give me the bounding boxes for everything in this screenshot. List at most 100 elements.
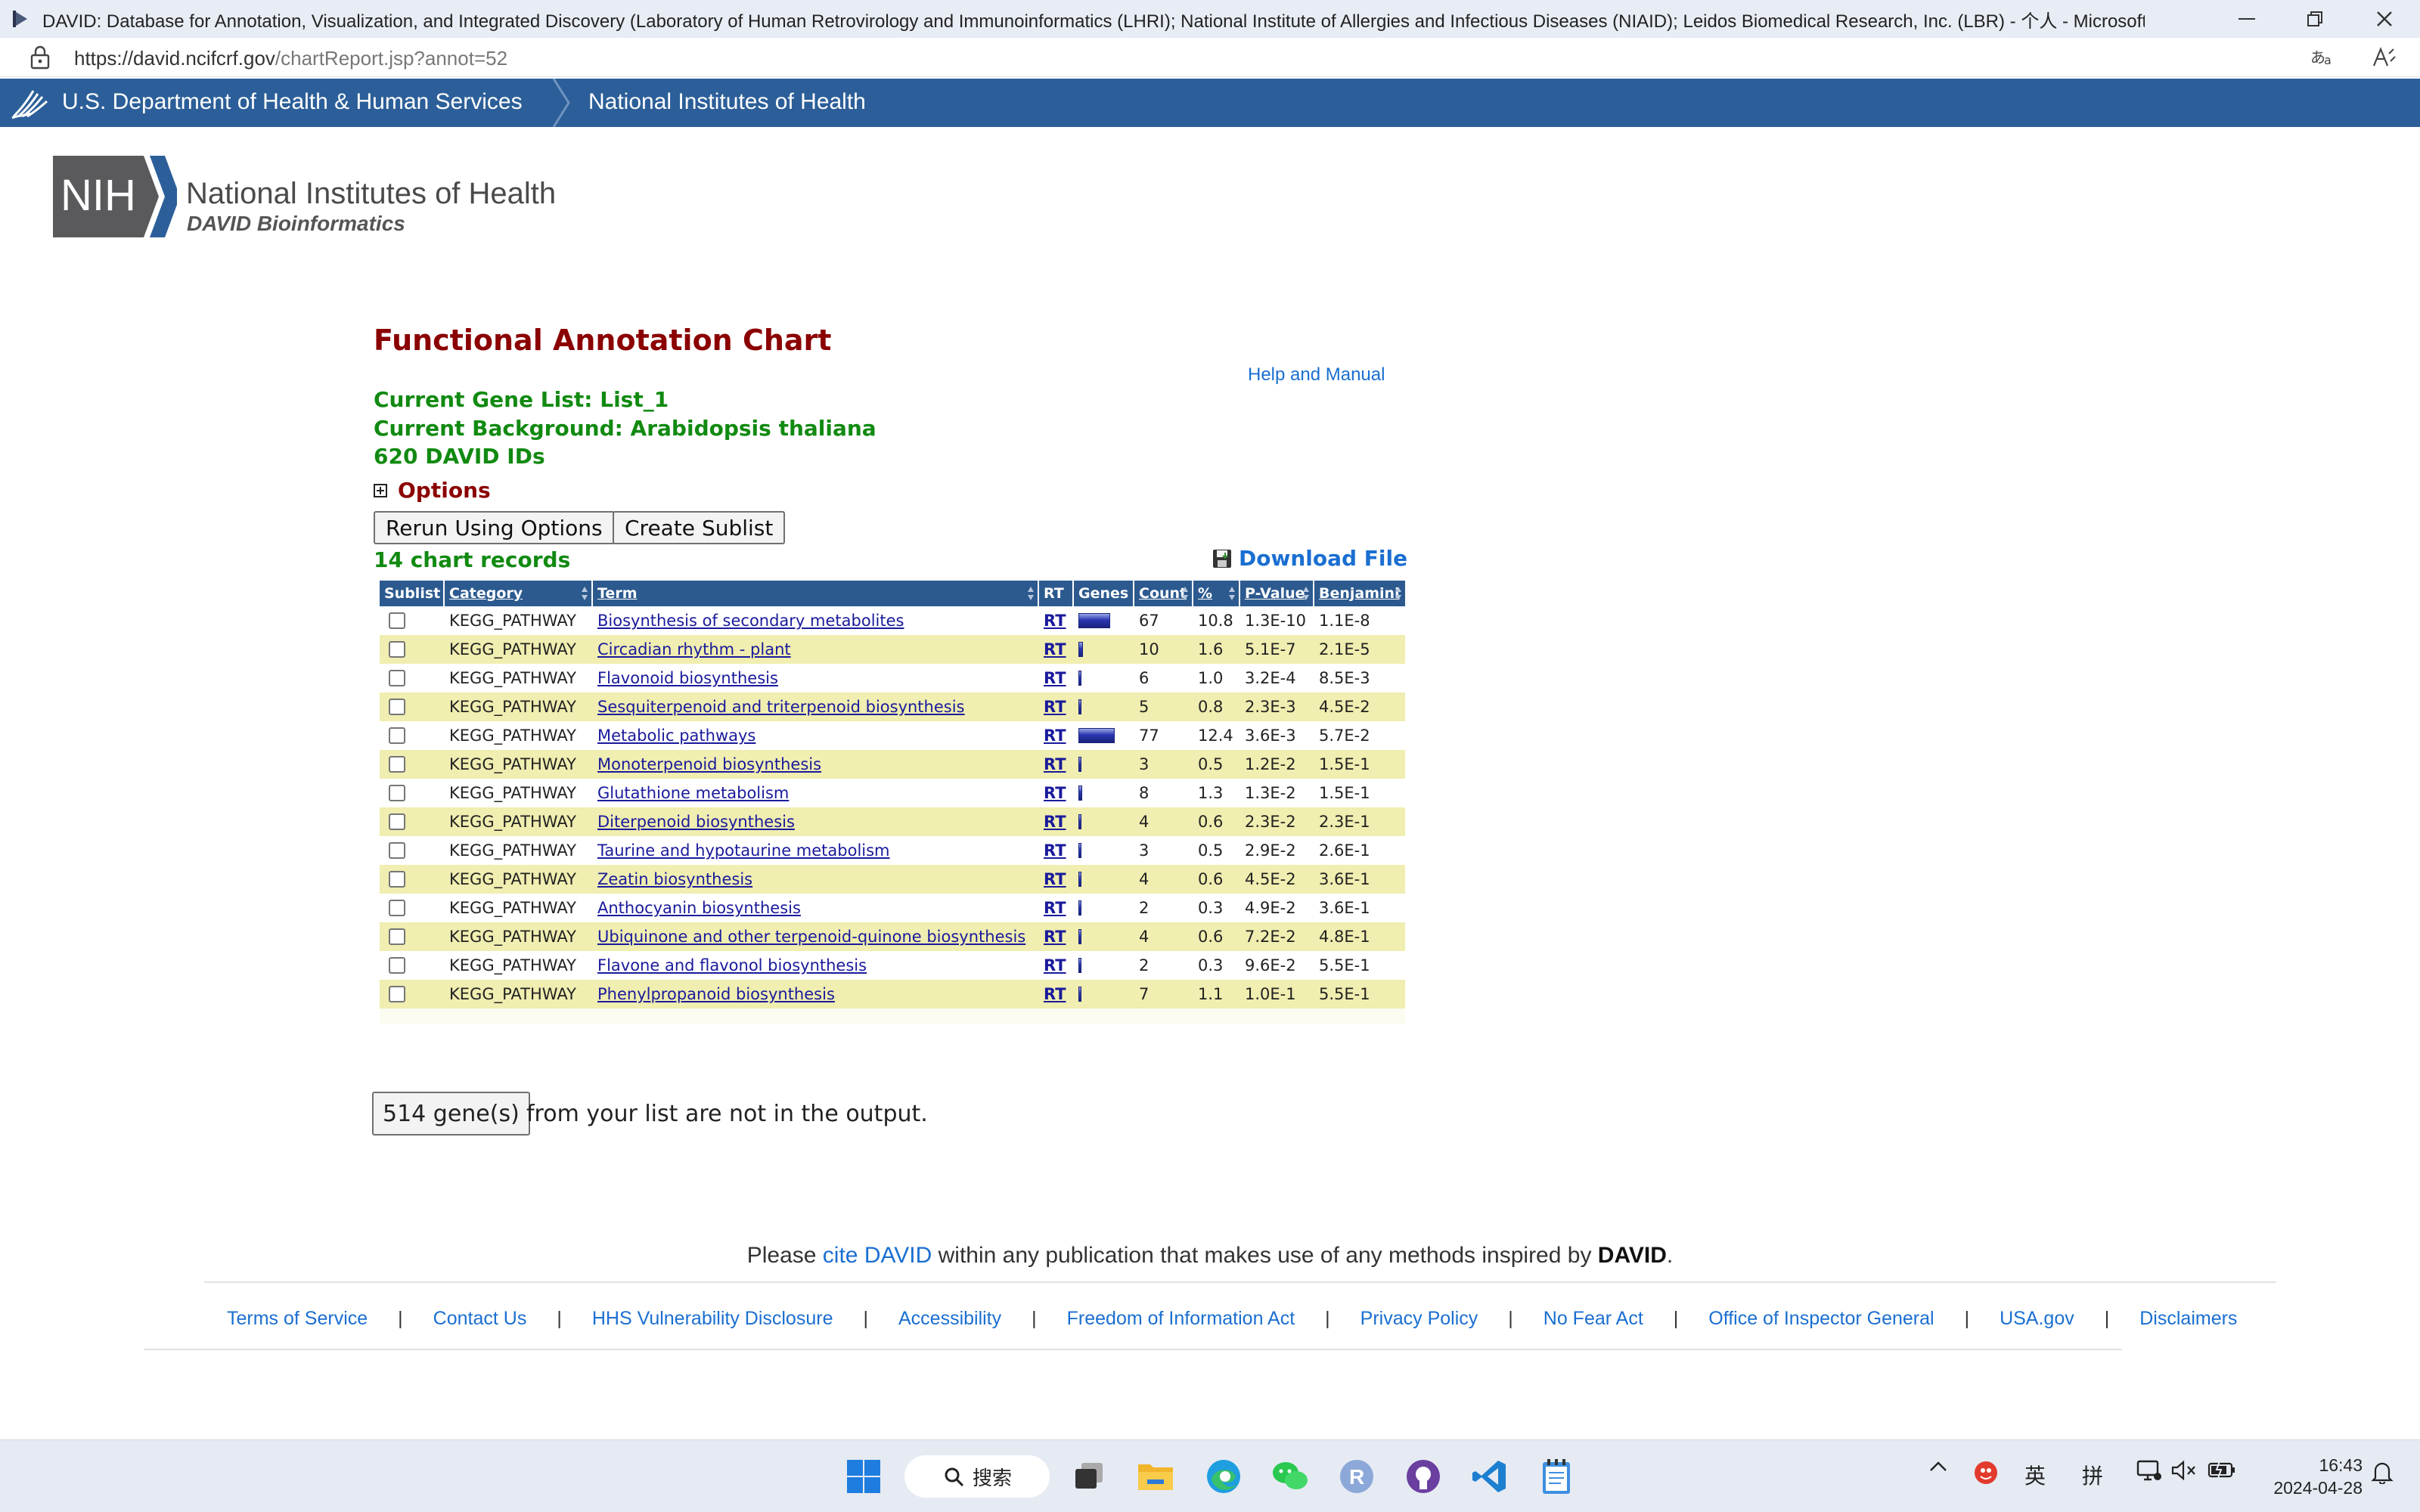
row-term-link[interactable]: Ubiquinone and other terpenoid-quinone b…: [597, 928, 1025, 946]
row-genes-bar[interactable]: [1078, 671, 1081, 686]
hhs-link[interactable]: U.S. Department of Health & Human Servic…: [62, 89, 523, 115]
font-icon[interactable]: [2369, 44, 2399, 71]
cite-david-link[interactable]: cite DAVID: [823, 1243, 932, 1268]
row-select-checkbox[interactable]: [389, 957, 405, 974]
rerun-options-button[interactable]: Rerun Using Options: [374, 511, 615, 544]
row-term-link[interactable]: Diterpenoid biosynthesis: [597, 813, 795, 831]
row-select-checkbox[interactable]: [389, 612, 405, 629]
row-rt-link[interactable]: RT: [1044, 841, 1066, 860]
plus-box-icon[interactable]: [374, 483, 387, 497]
footer-link[interactable]: Office of Inspector General: [1708, 1308, 1934, 1330]
row-genes-bar[interactable]: [1078, 958, 1081, 973]
row-genes-bar[interactable]: [1078, 785, 1082, 801]
row-term-link[interactable]: Monoterpenoid biosynthesis: [597, 755, 821, 773]
sort-icon[interactable]: [1027, 585, 1035, 602]
row-term-link[interactable]: Sesquiterpenoid and triterpenoid biosynt…: [597, 698, 965, 716]
col-pvalue-label[interactable]: P-Value: [1245, 585, 1305, 602]
row-term-link[interactable]: Biosynthesis of secondary metabolites: [597, 612, 904, 630]
row-select-checkbox[interactable]: [389, 699, 405, 715]
row-select-checkbox[interactable]: [389, 785, 405, 801]
row-term-link[interactable]: Anthocyanin biosynthesis: [597, 899, 801, 917]
row-genes-bar[interactable]: [1078, 900, 1081, 916]
row-genes-bar[interactable]: [1078, 757, 1081, 772]
row-genes-bar[interactable]: [1078, 843, 1081, 858]
restore-icon[interactable]: [2281, 0, 2349, 38]
row-term-link[interactable]: Taurine and hypotaurine metabolism: [597, 841, 890, 860]
create-sublist-button[interactable]: Create Sublist: [613, 511, 786, 544]
row-rt-link[interactable]: RT: [1044, 669, 1066, 687]
row-term-link[interactable]: Zeatin biosynthesis: [597, 870, 752, 888]
col-benjamini-label[interactable]: Benjamini: [1319, 585, 1400, 602]
sort-icon[interactable]: [581, 585, 588, 602]
row-genes-bar[interactable]: [1078, 613, 1110, 628]
col-term[interactable]: Term: [593, 581, 1039, 606]
input-method-pinyin[interactable]: 拼: [2080, 1460, 2105, 1490]
row-genes-bar[interactable]: [1078, 872, 1081, 887]
notepad-icon[interactable]: [1534, 1454, 1579, 1499]
vscode-icon[interactable]: [1467, 1454, 1512, 1499]
row-select-checkbox[interactable]: [389, 670, 405, 686]
row-rt-link[interactable]: RT: [1044, 899, 1066, 917]
footer-link[interactable]: No Fear Act: [1544, 1308, 1643, 1330]
row-genes-bar[interactable]: [1078, 987, 1081, 1002]
app-tray-icon[interactable]: [1972, 1460, 2000, 1486]
row-term-link[interactable]: Flavonoid biosynthesis: [597, 669, 778, 687]
options-label[interactable]: Options: [398, 478, 491, 503]
close-icon[interactable]: [2350, 0, 2418, 38]
col-pvalue[interactable]: P-Value: [1240, 581, 1314, 606]
windows-start-icon[interactable]: [841, 1454, 886, 1499]
col-count-label[interactable]: Count: [1139, 585, 1187, 602]
col-percent[interactable]: %: [1193, 581, 1240, 606]
url-field[interactable]: https://david.ncifcrf.gov/chartReport.js…: [74, 47, 507, 70]
row-rt-link[interactable]: RT: [1044, 640, 1066, 658]
notification-bell-icon[interactable]: [2369, 1460, 2396, 1484]
wechat-icon[interactable]: [1267, 1454, 1313, 1499]
row-select-checkbox[interactable]: [389, 900, 405, 916]
row-rt-link[interactable]: RT: [1044, 870, 1066, 888]
footer-link[interactable]: Terms of Service: [227, 1308, 368, 1330]
footer-link[interactable]: Privacy Policy: [1360, 1308, 1478, 1330]
row-select-checkbox[interactable]: [389, 842, 405, 859]
row-term-link[interactable]: Metabolic pathways: [597, 727, 755, 745]
row-term-link[interactable]: Circadian rhythm - plant: [597, 640, 791, 658]
footer-link[interactable]: Contact Us: [433, 1308, 527, 1330]
footer-link[interactable]: Disclaimers: [2139, 1308, 2237, 1330]
nih-david-logo[interactable]: NIH National Institutes of Health DAVID …: [53, 156, 597, 237]
col-percent-label[interactable]: %: [1198, 585, 1212, 602]
help-link[interactable]: Help and Manual: [1248, 364, 1385, 386]
edge-icon[interactable]: [1201, 1454, 1246, 1499]
footer-link[interactable]: Accessibility: [898, 1308, 1001, 1330]
options-toggle[interactable]: Options: [374, 478, 491, 503]
footer-link[interactable]: Freedom of Information Act: [1067, 1308, 1295, 1330]
r-icon[interactable]: R: [1334, 1454, 1379, 1499]
row-select-checkbox[interactable]: [389, 813, 405, 830]
sort-icon[interactable]: [1302, 585, 1310, 602]
row-rt-link[interactable]: RT: [1044, 755, 1066, 773]
row-genes-bar[interactable]: [1078, 642, 1083, 657]
row-select-checkbox[interactable]: [389, 727, 405, 744]
col-category[interactable]: Category: [445, 581, 593, 606]
col-category-label[interactable]: Category: [449, 585, 523, 602]
row-genes-bar[interactable]: [1078, 929, 1081, 944]
battery-icon[interactable]: [2207, 1460, 2237, 1479]
download-file-link[interactable]: Download File: [1212, 546, 1407, 571]
genes-not-in-output-button[interactable]: 514 gene(s): [372, 1092, 530, 1136]
input-language-en[interactable]: 英: [2022, 1460, 2048, 1490]
chevron-up-icon[interactable]: [1927, 1460, 1950, 1472]
row-rt-link[interactable]: RT: [1044, 612, 1066, 630]
col-count[interactable]: Count: [1134, 581, 1193, 606]
footer-link[interactable]: USA.gov: [2000, 1308, 2074, 1330]
address-bar[interactable]: https://david.ncifcrf.gov/chartReport.js…: [0, 38, 2420, 77]
task-view-icon[interactable]: [1066, 1454, 1112, 1499]
taskbar-clock[interactable]: 16:43 2024-04-28: [2249, 1454, 2363, 1499]
row-rt-link[interactable]: RT: [1044, 956, 1066, 974]
footer-link[interactable]: HHS Vulnerability Disclosure: [592, 1308, 833, 1330]
sort-icon[interactable]: [1228, 585, 1236, 602]
read-aloud-icon[interactable]: あa: [2307, 44, 2337, 71]
row-select-checkbox[interactable]: [389, 871, 405, 888]
download-file-label[interactable]: Download File: [1239, 546, 1407, 571]
network-icon[interactable]: [2136, 1460, 2163, 1483]
sort-icon[interactable]: [1395, 585, 1402, 602]
row-select-checkbox[interactable]: [389, 756, 405, 773]
github-icon[interactable]: [1401, 1454, 1446, 1499]
